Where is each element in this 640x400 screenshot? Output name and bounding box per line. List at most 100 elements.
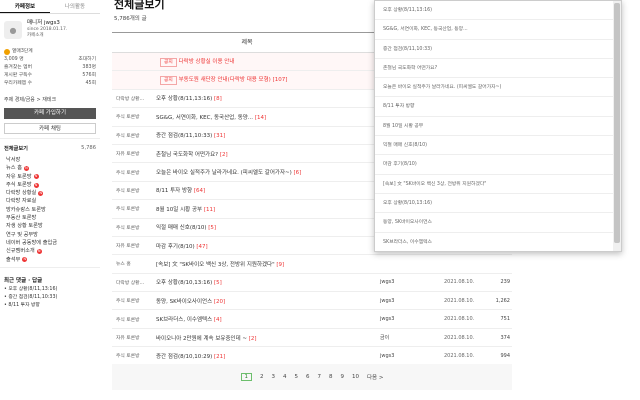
comment-count[interactable]: [21]	[214, 354, 225, 360]
row-subject-text[interactable]: 증간 점검(8/10,10:29)	[156, 354, 212, 360]
dropdown-item[interactable]: 오늘은 바이오 실적주가 날라가네요. (피씨엘도 갈어가자~)	[375, 78, 621, 98]
dropdown-item[interactable]: 마감 후기(8/10)	[375, 155, 621, 175]
row-subject-text[interactable]: [속보] 文 "SK바이오 백신 3상, 전방위 지원하겠다"	[156, 262, 275, 268]
recent-item[interactable]: • 8/11 투자 방향	[0, 302, 100, 310]
row-subject-text[interactable]: 동양, SK바이오사이언스	[156, 299, 212, 305]
dropdown-item[interactable]: 증간 점검(8/11,10:33)	[375, 40, 621, 59]
comment-count[interactable]: [6]	[294, 170, 302, 176]
cafe-intro-link[interactable]: 카페소개	[27, 33, 67, 40]
table-row[interactable]: 주식 토론방 SK브라더스, 이수엠텍스 [4] jwgs3 2021.08.10. 7…	[112, 310, 512, 329]
row-subject-text[interactable]: 8/11 투자 방향	[156, 188, 192, 194]
row-subject[interactable]: 8월 10일 시황 공부 [11]	[156, 205, 380, 213]
row-author[interactable]: jwgs3	[380, 298, 444, 304]
table-row[interactable]: 주식 토론방 동양, SK바이오사이언스 [20] jwgs3 2021.08.10.…	[112, 292, 512, 311]
invite-link[interactable]: 초대하기	[78, 56, 96, 64]
row-category[interactable]: 자유 토론방	[112, 150, 156, 157]
cafe-chat-button[interactable]: 카페 채팅	[4, 123, 96, 134]
recent-item[interactable]: • 증간 점검(8/11,10:33)	[0, 294, 100, 302]
table-row[interactable]: 다락방 상황... 오후 상황(8/10,13:16) [5] jwgs3 2021.…	[112, 274, 512, 293]
row-subject[interactable]: 오후 상황(8/10,13:16) [5]	[156, 278, 380, 286]
row-author[interactable]: jwgs3	[380, 316, 444, 322]
row-subject[interactable]: 공지 부동도원 새단장 안내(다락방 대용 모형) [107]	[156, 75, 380, 86]
row-category[interactable]: 뉴스 홈	[112, 260, 156, 267]
dropdown-item[interactable]: SK브라더스, 이수엠텍스	[375, 233, 621, 251]
row-category[interactable]: 주식 토론방	[112, 132, 156, 139]
comment-count[interactable]: [5]	[208, 225, 216, 231]
page-link[interactable]: 8	[329, 374, 333, 380]
row-author[interactable]: jwgs3	[380, 279, 444, 285]
menu-item[interactable]: 네이버 공동방에 출입금	[0, 239, 100, 247]
row-category[interactable]: 주식 토론방	[112, 169, 156, 176]
menu-all-posts[interactable]: 전체글보기 5,786	[0, 138, 100, 156]
manager-name[interactable]: jwgs3	[44, 20, 60, 26]
row-subject-text[interactable]: 오늘은 바이오 실적주가 날라가네요. (피씨엘도 갈어가자~)	[156, 170, 292, 176]
row-subject[interactable]: 오후 상황(8/11,13:16) [8]	[156, 94, 380, 102]
row-category[interactable]: 주식 토론방	[112, 205, 156, 212]
avatar[interactable]: ●	[4, 21, 22, 39]
row-subject[interactable]: 오늘은 바이오 실적주가 날라가네요. (피씨엘도 갈어가자~) [6]	[156, 168, 380, 176]
dropdown-item[interactable]: 익절 매매 신호(8/10)	[375, 136, 621, 156]
row-subject-text[interactable]: 부동도원 새단장 안내(다락방 대용 모형)	[179, 77, 271, 83]
tab-my-activity[interactable]: 나의활동	[50, 0, 100, 13]
row-category[interactable]: 다락방 상황...	[112, 95, 156, 102]
scrollbar-thumb[interactable]	[614, 3, 620, 243]
row-subject[interactable]: 바이오니아 2만원에 계속 보유중인데 ~ [2]	[156, 334, 380, 342]
menu-item[interactable]: 다락방 자료실	[0, 197, 100, 205]
dropdown-item[interactable]: [속보] 文 "SK바이오 백신 3상, 전방위 지원하겠다"	[375, 175, 621, 194]
comment-count[interactable]: [5]	[214, 280, 222, 286]
comment-count[interactable]: [47]	[196, 244, 207, 250]
dropdown-item[interactable]: 8월 10일 시황 공부	[375, 117, 621, 137]
row-subject[interactable]: 증간 점검(8/10,10:29) [21]	[156, 352, 380, 360]
row-author[interactable]: 금이	[380, 334, 444, 341]
row-category[interactable]: 주식 토론방	[112, 224, 156, 231]
dropdown-scrollbar[interactable]	[613, 1, 621, 251]
dropdown-item[interactable]: SG&G, 서연이화, KEC, 동국산업, 동양...	[375, 20, 621, 40]
join-cafe-button[interactable]: 카페 가입하기	[4, 108, 96, 119]
menu-item[interactable]: 뉴스 홈N	[0, 164, 100, 172]
row-category[interactable]: 주식 토론방	[112, 316, 156, 323]
member-count[interactable]: 3,009 명	[4, 56, 24, 64]
page-link[interactable]: 10	[352, 374, 359, 380]
page-link[interactable]: 6	[306, 374, 310, 380]
row-subject[interactable]: 증간 점검(8/11,10:33) [31]	[156, 131, 380, 139]
menu-item[interactable]: 주식 토론방 N	[0, 181, 100, 189]
comment-count[interactable]: [2]	[220, 152, 228, 158]
row-subject-text[interactable]: SK브라더스, 이수엠텍스	[156, 317, 212, 323]
row-subject-text[interactable]: 오후 상황(8/10,13:16)	[156, 280, 212, 286]
comment-count[interactable]: [11]	[204, 207, 215, 213]
row-category[interactable]: 자유 토론방	[112, 334, 156, 341]
row-subject[interactable]: [속보] 文 "SK바이오 백신 3상, 전방위 지원하겠다" [9]	[156, 260, 380, 268]
row-subject[interactable]: 마감 후기(8/10) [47]	[156, 242, 380, 250]
row-subject-text[interactable]: 8월 10일 시황 공부	[156, 207, 202, 213]
menu-item[interactable]: 출석부 N	[0, 256, 100, 264]
row-subject-text[interactable]: 마감 후기(8/10)	[156, 244, 195, 250]
comment-count[interactable]: [8]	[214, 96, 222, 102]
dropdown-item[interactable]: 동양, SK바이오사이언스	[375, 213, 621, 233]
page-link[interactable]: 1	[240, 373, 252, 381]
row-subject[interactable]: 동양, SK바이오사이언스 [20]	[156, 297, 380, 305]
menu-item[interactable]: 자생 상황 토론방	[0, 222, 100, 230]
row-subject[interactable]: 8/11 투자 방향 [64]	[156, 186, 380, 194]
tab-cafe-info[interactable]: 카페정보	[0, 0, 50, 13]
recent-item[interactable]: • 오후 상황(8/11,13:16)	[0, 286, 100, 294]
dropdown-item[interactable]: 촌철님 국도화학 어떤가요?	[375, 59, 621, 79]
comment-count[interactable]: [14]	[255, 115, 266, 121]
row-subject-text[interactable]: 증간 점검(8/11,10:33)	[156, 133, 212, 139]
row-subject[interactable]: 촌철님 국도화학 어떤가요? [2]	[156, 150, 380, 158]
row-subject[interactable]: SK브라더스, 이수엠텍스 [4]	[156, 315, 380, 323]
comment-count[interactable]: [9]	[276, 262, 284, 268]
page-link[interactable]: 2	[260, 374, 264, 380]
page-link[interactable]: 3	[272, 374, 276, 380]
menu-item[interactable]: 낙서장	[0, 156, 100, 164]
page-link[interactable]: 9	[341, 374, 345, 380]
menu-item[interactable]: 다락방 상황실 N	[0, 189, 100, 197]
row-subject[interactable]: 공지 다락방 상황실 이용 안내	[156, 57, 380, 67]
comment-count[interactable]: [2]	[249, 336, 257, 342]
menu-item[interactable]: 신규멤버소개 N	[0, 247, 100, 255]
next-page-link[interactable]: 다음 >	[367, 373, 383, 381]
row-category[interactable]: 주식 토론방	[112, 297, 156, 304]
row-subject-text[interactable]: 익절 매매 신호(8/10)	[156, 225, 207, 231]
row-subject-text[interactable]: 촌철님 국도화학 어떤가요?	[156, 152, 218, 158]
menu-item[interactable]: 방카슈랑스 토론방	[0, 206, 100, 214]
comment-count[interactable]: [20]	[214, 299, 225, 305]
